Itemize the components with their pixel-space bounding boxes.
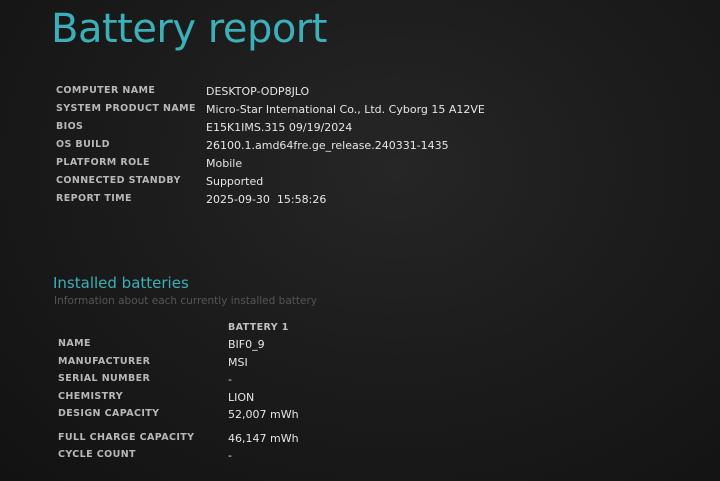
cycle-count-value: - [228, 449, 232, 462]
serial-number-value: - [228, 373, 232, 386]
system-product-name-value: Micro-Star International Co., Ltd. Cybor… [206, 103, 485, 116]
report-time-value: 2025-09-30 15:58:26 [206, 193, 327, 206]
os-build-label: OS BUILD [56, 139, 110, 150]
connected-standby-value: Supported [206, 175, 264, 188]
connected-standby-label: CONNECTED STANDBY [56, 175, 181, 186]
manufacturer-value: MSI [228, 355, 248, 369]
cycle-count-label: CYCLE COUNT [58, 449, 136, 460]
chemistry-value: LION [228, 390, 255, 404]
installed-batteries-heading: Installed batteries [53, 274, 189, 292]
battery-name-value: BIF0_9 [228, 338, 265, 351]
bios-value: E15K1IMS.315 09/19/2024 [206, 121, 353, 134]
serial-number-label: SERIAL NUMBER [58, 373, 151, 384]
chemistry-label: CHEMISTRY [58, 390, 123, 402]
design-capacity-value: 52,007 mWh [228, 408, 299, 421]
platform-role-value: Mobile [206, 157, 243, 170]
installed-batteries-subtitle: Information about each currently install… [54, 295, 317, 307]
design-capacity-label: DESIGN CAPACITY [58, 408, 160, 419]
report-time-label: REPORT TIME [56, 193, 132, 204]
page-title: Battery report [51, 6, 327, 52]
battery-name-label: NAME [58, 338, 91, 349]
computer-name-value: DESKTOP-ODP8JLO [206, 85, 310, 98]
full-charge-capacity-label: FULL CHARGE CAPACITY [58, 431, 195, 443]
os-build-value: 26100.1.amd64fre.ge_release.240331-1435 [206, 139, 449, 152]
computer-name-label: COMPUTER NAME [56, 85, 156, 96]
bios-label: BIOS [56, 121, 84, 132]
battery-column-header: BATTERY 1 [228, 322, 289, 333]
platform-role-label: PLATFORM ROLE [56, 157, 150, 168]
manufacturer-label: MANUFACTURER [58, 355, 151, 367]
system-product-name-label: SYSTEM PRODUCT NAME [56, 103, 196, 114]
full-charge-capacity-value: 46,147 mWh [228, 431, 299, 445]
